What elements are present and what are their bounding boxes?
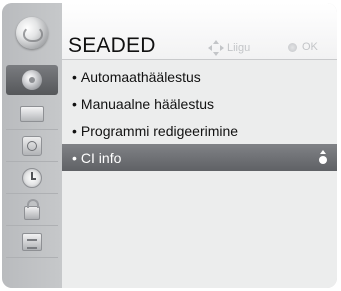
sidebar-item-lock[interactable] [6, 195, 58, 226]
bullet-icon: • [72, 68, 77, 85]
page-title: SEADED [68, 34, 156, 57]
audio-speaker-icon [22, 136, 42, 156]
ok-select-icon [318, 150, 328, 165]
setup-disc-icon [22, 70, 42, 90]
menu-header: SEADED Liigu OK [62, 3, 337, 60]
menu-item-label: Automaathäälestus [80, 68, 201, 85]
setup-menu-list: • Automaathäälestus • Manuaalne häälestu… [62, 63, 337, 171]
time-clock-icon [22, 168, 42, 188]
sidebar-item-setup[interactable] [6, 65, 58, 95]
sidebar-item-time[interactable] [6, 163, 58, 194]
move-hint: Liigu [208, 40, 251, 56]
setup-menu-panel: SEADED Liigu OK • Automaathäälestus • Ma… [2, 3, 337, 288]
menu-item-label: Manuaalne häälestus [80, 95, 215, 112]
menu-logo [2, 3, 62, 63]
ok-hint-label: OK [302, 41, 318, 53]
menu-item-auto-tuning[interactable]: • Automaathäälestus [62, 63, 337, 90]
navigation-arrows-icon [208, 40, 224, 56]
ok-button-icon [288, 42, 297, 52]
ok-hint: OK [288, 41, 318, 53]
bullet-icon: • [72, 95, 77, 112]
lock-icon [24, 199, 40, 220]
sidebar-item-option[interactable] [6, 227, 58, 258]
sidebar-item-audio[interactable] [6, 131, 58, 162]
option-icon [22, 233, 42, 251]
move-hint-label: Liigu [227, 42, 251, 54]
logo-orb-icon [16, 17, 48, 49]
picture-tv-icon [20, 106, 44, 122]
sidebar-item-picture[interactable] [6, 99, 58, 130]
menu-content: SEADED Liigu OK • Automaathäälestus • Ma… [62, 3, 337, 288]
category-sidebar [2, 3, 62, 288]
menu-item-label: Programmi redigeerimine [80, 122, 239, 139]
bullet-icon: • [72, 149, 77, 166]
menu-item-program-edit[interactable]: • Programmi redigeerimine [62, 117, 337, 144]
menu-item-label: CI info [80, 149, 122, 166]
bullet-icon: • [72, 122, 77, 139]
menu-item-manual-tuning[interactable]: • Manuaalne häälestus [62, 90, 337, 117]
menu-item-ci-info[interactable]: • CI info [62, 144, 337, 171]
